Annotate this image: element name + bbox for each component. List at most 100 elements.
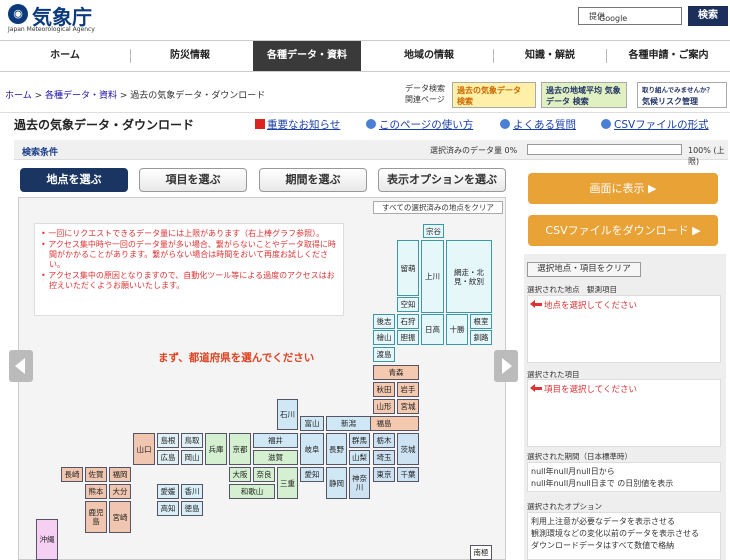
prefecture-shiribeshi[interactable]: 後志: [373, 314, 395, 329]
prefecture-ishikawa[interactable]: 石川: [277, 399, 298, 430]
notice-item: • 一回にリクエストできるデータ量には上限があります（右上棒グラフ参照）。: [41, 229, 325, 238]
prefecture-saitama[interactable]: 埼玉: [373, 450, 395, 465]
prefecture-kyoto[interactable]: 京都: [229, 433, 251, 465]
data-amount-max-label: 100% (上限): [688, 146, 725, 166]
prefecture-chiba[interactable]: 千葉: [397, 467, 419, 482]
nav-applications[interactable]: 各種申請・ご案内: [607, 41, 730, 71]
prefecture-tokyo[interactable]: 東京: [373, 467, 395, 482]
prefecture-shizuoka[interactable]: 静岡: [326, 467, 347, 499]
banner-past-weather[interactable]: 過去の気象データ 検索: [452, 82, 536, 108]
prefecture-nagasaki[interactable]: 長崎: [61, 467, 83, 482]
prefecture-kamikawa[interactable]: 上川: [421, 240, 444, 313]
prefecture-miyazaki[interactable]: 宮崎: [109, 501, 131, 533]
prefecture-nagano[interactable]: 長野: [326, 433, 347, 465]
prefecture-rumoi[interactable]: 留萌: [397, 240, 419, 296]
prefecture-ishikari[interactable]: 石狩: [397, 314, 419, 329]
region-minamitori[interactable]: 南極: [470, 545, 492, 560]
important-notice-label: 重要なお知らせ: [267, 119, 341, 131]
faq-link[interactable]: よくある質問: [500, 117, 576, 132]
prefecture-tottori[interactable]: 鳥取: [181, 433, 203, 448]
prefecture-okayama[interactable]: 岡山: [181, 450, 203, 465]
site-logo-subtitle: Japan Meteorological Agency: [8, 26, 95, 33]
scroll-left-arrow-icon[interactable]: [9, 350, 33, 382]
csv-format-link[interactable]: CSVファイルの形式: [601, 117, 709, 132]
prefecture-fukuoka[interactable]: 福岡: [109, 467, 131, 482]
prefecture-kushiro[interactable]: 釧路: [470, 330, 492, 345]
nav-knowledge[interactable]: 知識・解説: [494, 41, 606, 71]
prefecture-oita[interactable]: 大分: [109, 484, 131, 499]
tab-select-point[interactable]: 地点を選ぶ: [20, 168, 128, 192]
selected-period-label: 選択された期間（日本標準時）: [527, 452, 632, 461]
prefecture-yamaguchi[interactable]: 山口: [133, 433, 155, 465]
left-arrow-icon: [530, 384, 542, 392]
search-brand: Google: [599, 14, 628, 23]
tab-display-options[interactable]: 表示オプションを選ぶ: [378, 168, 506, 192]
prefecture-nemuro[interactable]: 根室: [470, 314, 492, 329]
prefecture-hidaka[interactable]: 日高: [421, 314, 444, 345]
prefecture-kochi[interactable]: 高知: [157, 501, 179, 516]
nav-data-materials[interactable]: 各種データ・資料: [253, 41, 361, 71]
clear-all-points-button[interactable]: すべての選択済みの地点をクリア: [373, 201, 503, 214]
prefecture-aichi[interactable]: 愛知: [300, 467, 324, 482]
nav-disaster-info[interactable]: 防災情報: [131, 41, 249, 71]
prefecture-fukui[interactable]: 福井: [253, 433, 298, 448]
prefecture-mie[interactable]: 三重: [277, 467, 298, 499]
prefecture-oshima[interactable]: 渡島: [373, 347, 395, 362]
prefecture-okinawa[interactable]: 沖縄: [36, 519, 58, 560]
help-icon: [601, 119, 611, 129]
clear-selection-button[interactable]: 選択地点・項目をクリア: [527, 262, 641, 277]
prefecture-nara[interactable]: 奈良: [253, 467, 275, 482]
scroll-right-arrow-icon[interactable]: [494, 350, 518, 382]
prefecture-tokushima[interactable]: 徳島: [181, 501, 203, 516]
prefecture-hiyama[interactable]: 檜山: [373, 330, 395, 345]
prefecture-akita[interactable]: 秋田: [373, 382, 395, 397]
prefecture-soya[interactable]: 宗谷: [423, 224, 444, 238]
prefecture-kagawa[interactable]: 香川: [181, 484, 203, 499]
prefecture-tochigi[interactable]: 栃木: [373, 433, 395, 448]
prefecture-yamanashi[interactable]: 山梨: [349, 450, 370, 465]
prefecture-shimane[interactable]: 島根: [157, 433, 179, 448]
tab-select-item[interactable]: 項目を選ぶ: [139, 168, 247, 192]
prefecture-aomori[interactable]: 青森: [373, 365, 419, 380]
main-nav: ホーム 防災情報 各種データ・資料 地域の情報 知識・解説 各種申請・ご案内: [0, 40, 730, 72]
prefecture-hyogo[interactable]: 兵庫: [205, 433, 227, 465]
prefecture-osaka[interactable]: 大阪: [229, 467, 251, 482]
usage-link[interactable]: このページの使い方: [366, 117, 473, 132]
prefecture-wakayama[interactable]: 和歌山: [229, 484, 275, 499]
breadcrumb-data[interactable]: 各種データ・資料: [45, 91, 117, 101]
search-button[interactable]: 検索: [688, 6, 728, 26]
prefecture-iburi[interactable]: 胆振: [397, 330, 419, 345]
display-on-screen-button[interactable]: 画面に表示 ▶: [528, 173, 718, 204]
select-point-prompt: 地点を選択してください: [544, 301, 637, 311]
prefecture-gunma[interactable]: 群馬: [349, 433, 370, 448]
prefecture-sorachi[interactable]: 空知: [397, 297, 419, 312]
tab-select-period[interactable]: 期間を選ぶ: [259, 168, 367, 192]
prefecture-ibaraki[interactable]: 茨城: [397, 433, 419, 465]
prefecture-tokachi[interactable]: 十勝: [446, 314, 468, 345]
prefecture-hiroshima[interactable]: 広島: [157, 450, 179, 465]
prefecture-kagoshima[interactable]: 鹿児島: [85, 501, 107, 533]
banner-regional-avg[interactable]: 過去の地域平均 気象データ 検索: [541, 82, 627, 108]
nav-home[interactable]: ホーム: [0, 41, 130, 71]
breadcrumb-home[interactable]: ホーム: [5, 91, 32, 101]
prefecture-shiga[interactable]: 滋賀: [253, 450, 298, 465]
nav-regional-info[interactable]: 地域の情報: [365, 41, 493, 71]
prefecture-abashiri[interactable]: 網走・北見・紋別: [446, 240, 492, 313]
banner-climate-risk[interactable]: 取り組んでみませんか？ 気候リスク管理: [637, 82, 727, 108]
prefecture-kanagawa[interactable]: 神奈川: [349, 467, 370, 499]
prefecture-niigata[interactable]: 新潟: [326, 416, 371, 431]
download-csv-button[interactable]: CSVファイルをダウンロード ▶: [528, 215, 718, 246]
related-label-line1: データ検索: [405, 84, 445, 93]
prefecture-saga[interactable]: 佐賀: [85, 467, 107, 482]
prefecture-toyama[interactable]: 富山: [300, 416, 324, 431]
prefecture-gifu[interactable]: 岐阜: [300, 433, 324, 465]
prefecture-iwate[interactable]: 岩手: [397, 382, 419, 397]
selected-items-box: 項目を選択してください: [527, 379, 721, 447]
search-input[interactable]: Google 提供: [578, 7, 682, 25]
prefecture-kumamoto[interactable]: 熊本: [85, 484, 107, 499]
jma-logo-icon[interactable]: ◉: [8, 4, 28, 24]
important-notice-link[interactable]: 重要なお知らせ: [255, 117, 340, 132]
prefecture-ehime[interactable]: 愛媛: [157, 484, 179, 499]
prefecture-yamagata[interactable]: 山形: [373, 399, 395, 414]
prefecture-miyagi[interactable]: 宮城: [397, 399, 419, 414]
